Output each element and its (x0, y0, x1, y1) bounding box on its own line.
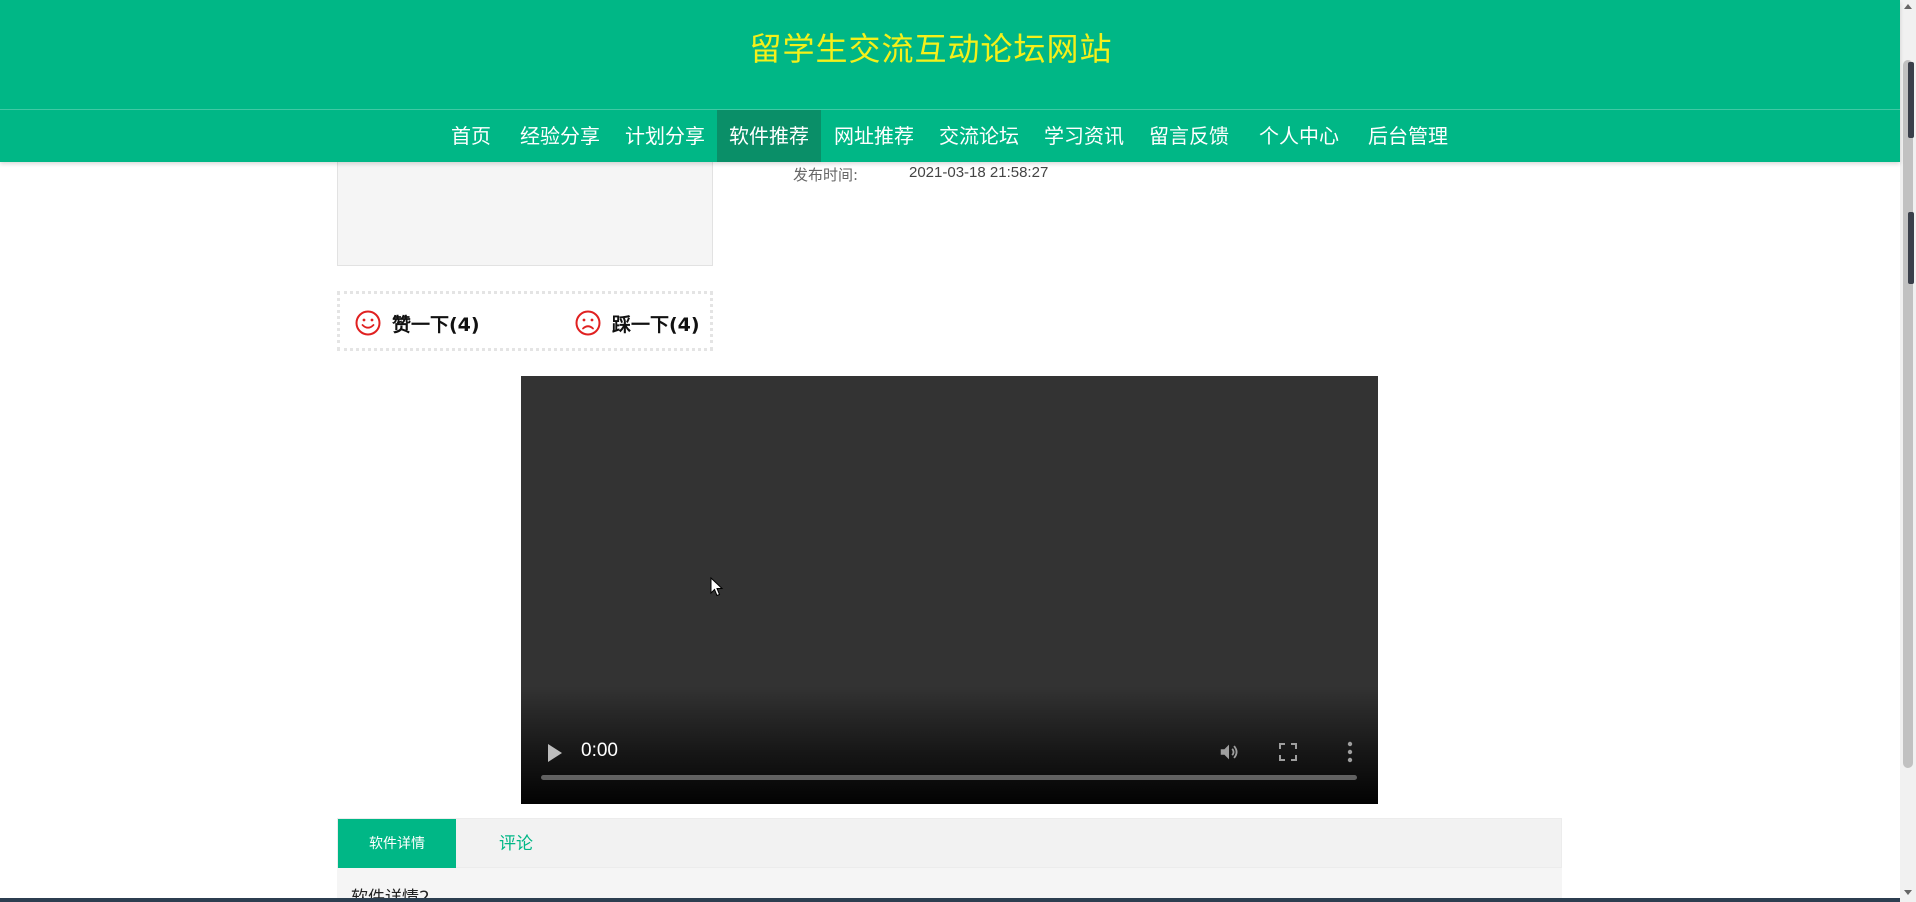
cover-image-card (337, 150, 713, 266)
video-progress-bar[interactable] (541, 775, 1357, 780)
nav-item-news[interactable]: 学习资讯 (1039, 110, 1129, 162)
main-nav: 首页 经验分享 计划分享 软件推荐 网址推荐 交流论坛 学习资讯 留言反馈 个人… (0, 110, 1900, 162)
play-icon[interactable] (546, 743, 564, 763)
like-button[interactable]: 赞一下(4) (354, 308, 480, 338)
dislike-label: 踩一下(4) (612, 313, 700, 336)
nav-item-software[interactable]: 软件推荐 (717, 110, 821, 162)
site-header: 留学生交流互动论坛网站 首页 经验分享 计划分享 软件推荐 网址推荐 交流论坛 … (0, 0, 1900, 162)
video-controls-overlay (521, 686, 1378, 804)
tab-software-detail[interactable]: 软件详情 (338, 819, 456, 869)
publish-time-value: 2021-03-18 21:58:27 (909, 164, 1049, 181)
fullscreen-icon[interactable] (1278, 742, 1298, 762)
smile-icon (355, 310, 381, 336)
more-vertical-icon[interactable] (1345, 740, 1355, 764)
dislike-button[interactable]: 踩一下(4) (574, 308, 700, 338)
nav-item-feedback[interactable]: 留言反馈 (1144, 110, 1234, 162)
frown-icon (575, 310, 601, 336)
scroll-up-arrow-icon[interactable] (1904, 4, 1912, 9)
volume-icon[interactable] (1218, 741, 1240, 763)
nav-item-home[interactable]: 首页 (445, 110, 497, 162)
scroll-marker (1908, 62, 1914, 138)
detail-tabs: 软件详情 评论 (337, 818, 1562, 869)
scroll-down-arrow-icon[interactable] (1904, 890, 1912, 895)
nav-item-admin[interactable]: 后台管理 (1363, 110, 1453, 162)
nav-item-websites[interactable]: 网址推荐 (829, 110, 919, 162)
bottom-edge-line (0, 898, 1900, 902)
scroll-thumb[interactable] (1903, 60, 1913, 768)
vote-box: 赞一下(4) 踩一下(4) (337, 291, 713, 351)
scroll-marker (1908, 212, 1914, 284)
tab-content-panel (337, 868, 1562, 902)
video-time: 0:00 (581, 740, 618, 761)
nav-item-profile[interactable]: 个人中心 (1254, 110, 1344, 162)
nav-item-plan[interactable]: 计划分享 (620, 110, 710, 162)
publish-time-label: 发布时间: (793, 166, 859, 184)
video-player[interactable]: 0:00 (521, 376, 1378, 804)
nav-item-experience[interactable]: 经验分享 (515, 110, 605, 162)
like-label: 赞一下(4) (392, 313, 480, 336)
nav-item-forum[interactable]: 交流论坛 (934, 110, 1024, 162)
site-title: 留学生交流互动论坛网站 (749, 30, 1113, 68)
tab-comments[interactable]: 评论 (456, 819, 576, 869)
page-scrollbar[interactable] (1900, 0, 1916, 902)
page: 留学生交流互动论坛网站 首页 经验分享 计划分享 软件推荐 网址推荐 交流论坛 … (0, 0, 1916, 902)
